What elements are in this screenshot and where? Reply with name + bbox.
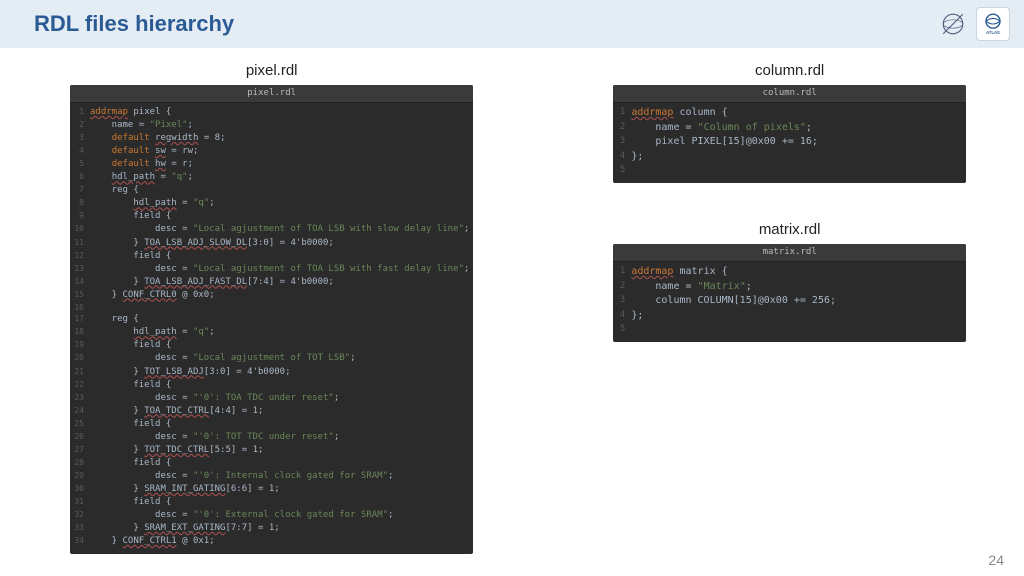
editor-pixel: pixel.rdl 1addrmap pixel {2 name = "Pixe… [70,85,473,554]
file-label-matrix: matrix.rdl [613,221,966,238]
file-label-column: column.rdl [613,62,966,79]
code-column: 1addrmap column {2 name = "Column of pix… [613,103,966,183]
code-matrix: 1addrmap matrix {2 name = "Matrix";3 col… [613,262,966,342]
page-number: 24 [988,552,1004,568]
logo-group: ATLAS [936,7,1010,41]
file-label-pixel: pixel.rdl [70,62,473,79]
atlas-logo: ATLAS [976,7,1010,41]
code-pixel: 1addrmap pixel {2 name = "Pixel";3 defau… [70,103,473,554]
column-left: pixel.rdl pixel.rdl 1addrmap pixel {2 na… [70,62,473,554]
cern-logo [936,7,970,41]
svg-text:ATLAS: ATLAS [986,30,1000,35]
editor-tab-pixel: pixel.rdl [70,85,473,103]
slide-content: pixel.rdl pixel.rdl 1addrmap pixel {2 na… [0,48,1024,554]
block-matrix: matrix.rdl matrix.rdl 1addrmap matrix {2… [613,221,966,342]
editor-tab-column: column.rdl [613,85,966,103]
block-column: column.rdl column.rdl 1addrmap column {2… [613,62,966,183]
editor-tab-matrix: matrix.rdl [613,244,966,262]
editor-column: column.rdl 1addrmap column {2 name = "Co… [613,85,966,183]
column-right: column.rdl column.rdl 1addrmap column {2… [613,62,966,554]
slide-header: RDL files hierarchy ATLAS [0,0,1024,48]
slide-title: RDL files hierarchy [34,11,234,37]
editor-matrix: matrix.rdl 1addrmap matrix {2 name = "Ma… [613,244,966,342]
